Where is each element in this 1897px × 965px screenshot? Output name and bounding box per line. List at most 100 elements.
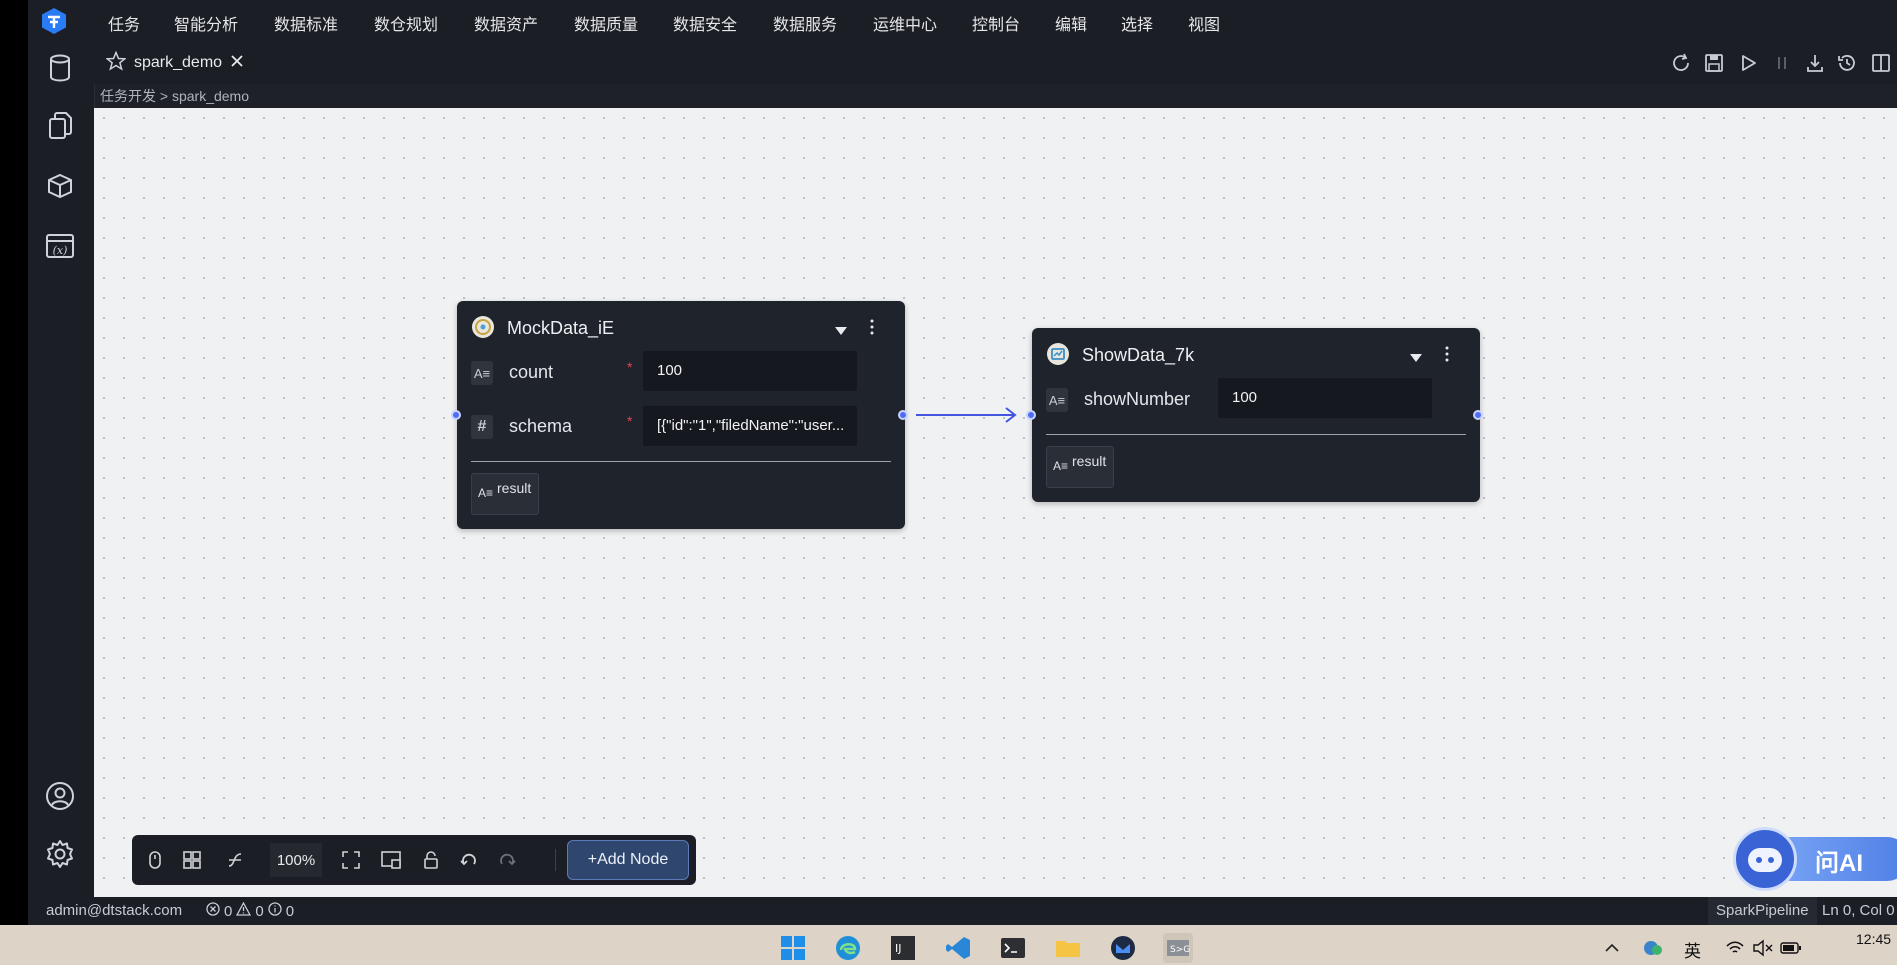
- app-window: 任务 智能分析 数据标准 数仓规划 数据资产 数据质量 数据安全 数据服务 运维…: [28, 0, 1897, 925]
- error-icon: [206, 902, 220, 920]
- ask-ai-button[interactable]: 问AI: [1733, 827, 1897, 891]
- text-type-icon: A≡: [1046, 388, 1068, 412]
- connection-edge[interactable]: [94, 108, 1897, 897]
- cursor-position[interactable]: Ln 0, Col 0: [1822, 902, 1895, 919]
- refresh-icon[interactable]: [1670, 52, 1692, 74]
- split-editor-icon[interactable]: [1870, 52, 1892, 74]
- redo-icon[interactable]: [492, 845, 522, 875]
- star-icon[interactable]: [105, 50, 127, 76]
- menu-smart-analysis[interactable]: 智能分析: [174, 11, 238, 35]
- package-icon[interactable]: [44, 170, 76, 202]
- svg-text:IJ: IJ: [895, 942, 902, 955]
- user-email[interactable]: admin@dtstack.com: [46, 902, 182, 919]
- field-label-schema: schema: [509, 416, 573, 436]
- wifi-icon[interactable]: [1720, 933, 1750, 963]
- auto-layout-icon[interactable]: [177, 845, 207, 875]
- volume-muted-icon[interactable]: [1748, 933, 1778, 963]
- jetbrains-icon[interactable]: IJ: [888, 933, 918, 963]
- ime-indicator[interactable]: 英: [1684, 937, 1701, 962]
- history-icon[interactable]: [1836, 52, 1858, 74]
- node-divider: [1046, 434, 1466, 435]
- input-port[interactable]: [451, 410, 461, 420]
- menu-select[interactable]: 选择: [1121, 11, 1153, 35]
- undo-icon[interactable]: [454, 845, 484, 875]
- submit-icon[interactable]: [1804, 52, 1826, 74]
- windows-start-icon[interactable]: [778, 933, 808, 963]
- minimap-icon[interactable]: [376, 845, 406, 875]
- battery-icon[interactable]: [1776, 933, 1806, 963]
- edge-browser-icon[interactable]: [833, 933, 863, 963]
- screen-left-edge: [0, 0, 28, 925]
- menu-console[interactable]: 控制台: [972, 11, 1020, 35]
- menu-data-security[interactable]: 数据安全: [673, 11, 737, 35]
- output-port[interactable]: [1473, 410, 1483, 420]
- pause-icon[interactable]: [1771, 52, 1793, 74]
- number-type-icon: #: [471, 415, 493, 439]
- settings-gear-icon[interactable]: [44, 838, 76, 870]
- error-count: 0: [224, 902, 233, 920]
- menu-data-service[interactable]: 数据服务: [773, 11, 837, 35]
- robot-icon: [1733, 827, 1797, 891]
- edge-style-icon[interactable]: [220, 845, 250, 875]
- vscode-icon[interactable]: [943, 933, 973, 963]
- language-mode[interactable]: SparkPipeline: [1708, 897, 1817, 925]
- tab-spark-demo[interactable]: spark_demo: [100, 42, 256, 84]
- info-count: 0: [285, 902, 295, 920]
- lock-icon[interactable]: [416, 845, 446, 875]
- account-icon[interactable]: [44, 780, 76, 812]
- node-more-icon[interactable]: [869, 318, 875, 336]
- zoom-level[interactable]: 100%: [270, 843, 322, 877]
- breadcrumb-current[interactable]: spark_demo: [172, 88, 249, 104]
- output-result[interactable]: A≡ result: [471, 473, 539, 515]
- collapse-caret-icon[interactable]: [1409, 350, 1423, 362]
- breadcrumb: 任务开发 > spark_demo: [100, 86, 249, 106]
- menu-view[interactable]: 视图: [1188, 11, 1220, 35]
- os-taskbar: IJ S>G 英 12:45: [0, 925, 1897, 965]
- text-type-icon: A≡: [471, 361, 493, 385]
- breadcrumb-parent[interactable]: 任务开发: [100, 88, 156, 104]
- field-label-count: count: [509, 362, 554, 382]
- output-result[interactable]: A≡ result: [1046, 446, 1114, 488]
- pipeline-canvas[interactable]: MockData_iE A≡ count * 100 # schema * [{…: [94, 108, 1897, 897]
- count-input[interactable]: 100: [643, 351, 857, 391]
- menu-warehouse-plan[interactable]: 数仓规划: [374, 11, 438, 35]
- menu-bar: 任务 智能分析 数据标准 数仓规划 数据资产 数据质量 数据安全 数据服务 运维…: [28, 0, 1897, 42]
- save-icon[interactable]: [1703, 52, 1725, 74]
- database-icon[interactable]: [44, 52, 76, 84]
- ai-label: 问AI: [1815, 850, 1863, 877]
- menu-ops-center[interactable]: 运维中心: [873, 11, 937, 35]
- remote-app-icon[interactable]: S>G: [1163, 933, 1193, 963]
- node-showdata[interactable]: ShowData_7k A≡ showNumber 100 A≡ result: [1026, 328, 1483, 502]
- add-node-button[interactable]: +Add Node: [567, 840, 689, 880]
- mouse-mode-icon[interactable]: [140, 845, 170, 875]
- menu-data-standard[interactable]: 数据标准: [274, 11, 338, 35]
- shownumber-input[interactable]: 100: [1218, 378, 1432, 418]
- output-port[interactable]: [898, 410, 908, 420]
- clock-time[interactable]: 12:45: [1856, 931, 1891, 947]
- variables-icon[interactable]: (x): [44, 230, 76, 262]
- schema-input[interactable]: [{"id":"1","filedName":"user...: [643, 406, 857, 446]
- input-port[interactable]: [1026, 410, 1036, 420]
- file-explorer-icon[interactable]: [1053, 933, 1083, 963]
- node-mockdata[interactable]: MockData_iE A≡ count * 100 # schema * [{…: [451, 301, 908, 529]
- node-more-icon[interactable]: [1444, 345, 1450, 363]
- collapse-caret-icon[interactable]: [834, 323, 848, 335]
- menu-task[interactable]: 任务: [108, 11, 140, 35]
- menu-data-quality[interactable]: 数据质量: [574, 11, 638, 35]
- problems-summary[interactable]: 0 0 0: [206, 901, 295, 920]
- terminal-icon[interactable]: [998, 933, 1028, 963]
- run-icon[interactable]: [1737, 52, 1759, 74]
- toolbar-divider: [555, 849, 556, 871]
- tray-expand-icon[interactable]: [1597, 933, 1627, 963]
- node-divider: [471, 461, 891, 462]
- menu-edit[interactable]: 编辑: [1055, 11, 1087, 35]
- files-icon[interactable]: [44, 110, 76, 142]
- close-icon[interactable]: [230, 54, 244, 73]
- breadcrumb-separator: >: [159, 88, 169, 104]
- mail-app-icon[interactable]: [1108, 933, 1138, 963]
- tray-app-icon[interactable]: [1638, 933, 1668, 963]
- fit-view-icon[interactable]: [336, 845, 366, 875]
- svg-text:(x): (x): [53, 244, 68, 257]
- field-label-shownumber: showNumber: [1084, 389, 1191, 409]
- menu-data-asset[interactable]: 数据资产: [474, 11, 538, 35]
